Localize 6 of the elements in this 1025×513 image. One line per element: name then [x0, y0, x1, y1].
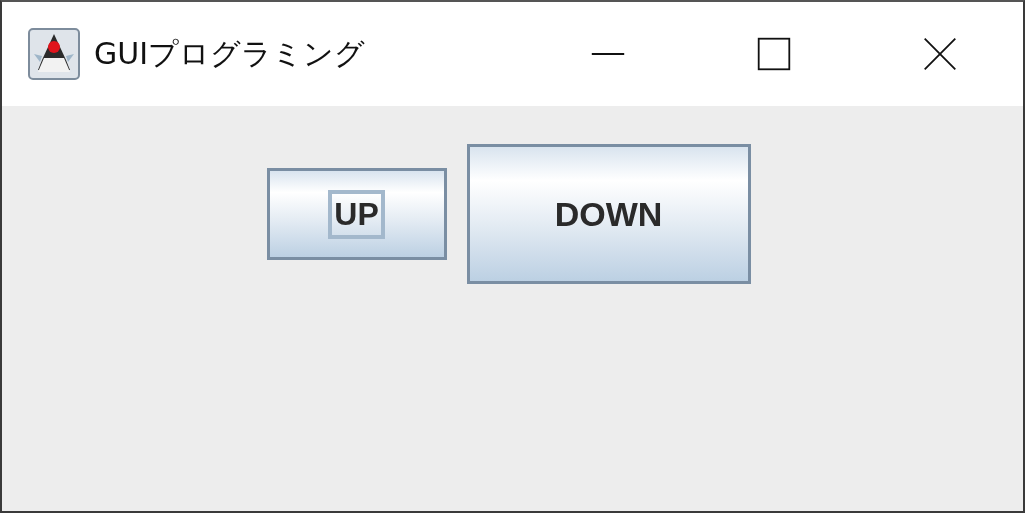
close-icon[interactable]: [922, 36, 958, 72]
mascot-icon: [28, 28, 80, 80]
maximize-icon[interactable]: [756, 36, 792, 72]
push-button[interactable]: UP: [266, 168, 447, 260]
push-button[interactable]: DOWN: [466, 144, 751, 284]
window-title: GUIプログラミング: [94, 34, 366, 73]
